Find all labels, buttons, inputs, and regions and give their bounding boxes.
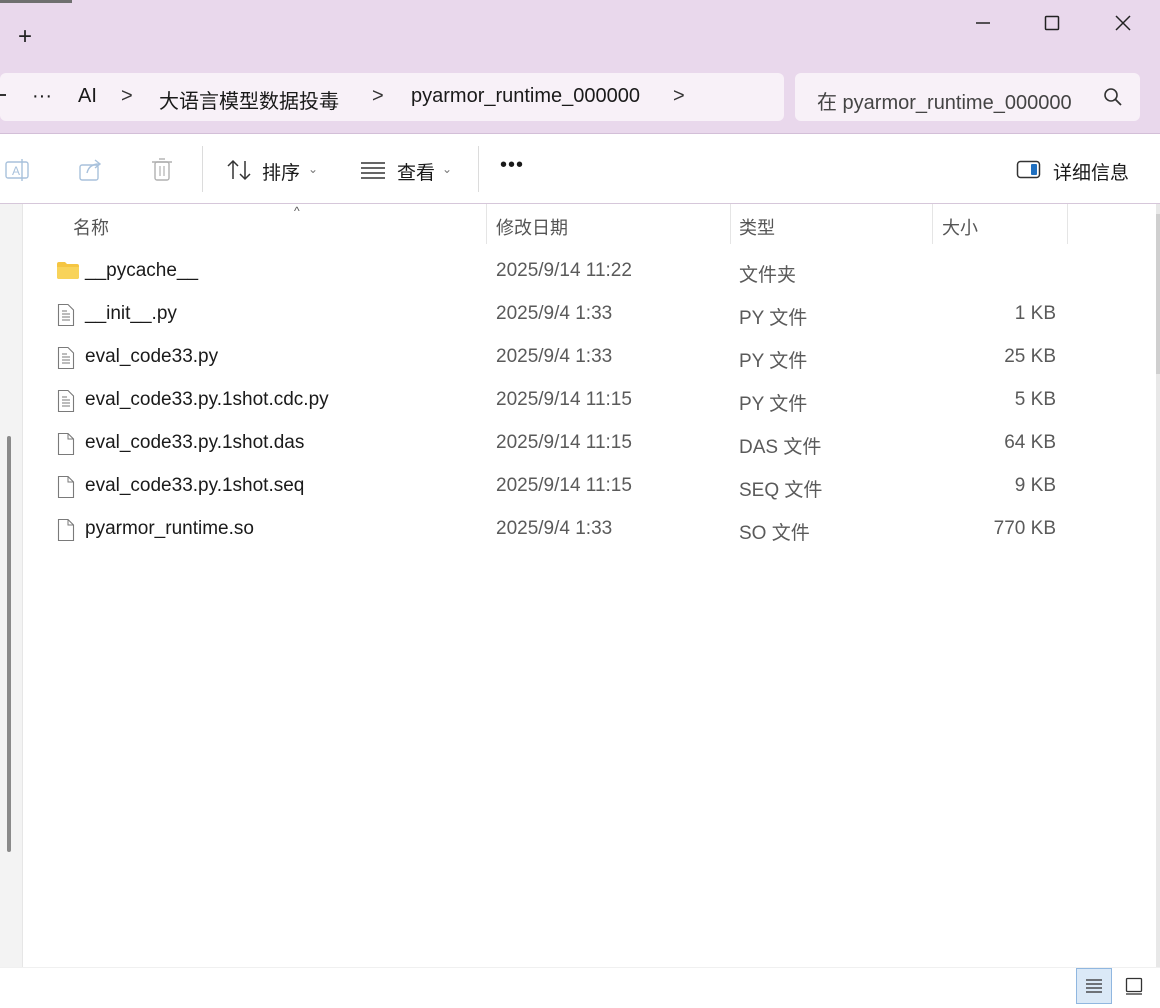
folder-icon <box>56 260 80 285</box>
tiles-view-icon <box>1125 977 1143 995</box>
column-modified[interactable]: 修改日期 <box>496 214 568 240</box>
active-tab-indicator <box>0 0 72 3</box>
blank-file-icon <box>56 432 76 461</box>
breadcrumb-item-current[interactable]: pyarmor_runtime_000000 <box>411 85 640 108</box>
file-row[interactable]: __init__.py 2025/9/4 1:33 PY 文件 1 KB <box>24 293 1160 336</box>
file-row[interactable]: pyarmor_runtime.so 2025/9/4 1:33 SO 文件 770 … <box>24 508 1160 551</box>
sort-ascending-icon: ^ <box>294 204 300 218</box>
column-divider[interactable] <box>1067 204 1068 244</box>
command-bar: A 排序 ⌄ 查看 ⌄ ••• 详细信息 <box>0 134 1160 204</box>
delete-icon[interactable] <box>148 156 176 189</box>
file-name[interactable]: eval_code33.py.1shot.seq <box>85 475 304 497</box>
file-name[interactable]: pyarmor_runtime.so <box>85 518 254 540</box>
file-name[interactable]: eval_code33.py <box>85 346 218 368</box>
file-modified: 2025/9/14 11:22 <box>496 260 632 281</box>
right-scrollbar-thumb[interactable] <box>1156 214 1160 374</box>
file-modified: 2025/9/14 11:15 <box>496 389 632 410</box>
file-size: 770 KB <box>993 518 1056 539</box>
sort-button[interactable]: 排序 <box>262 158 300 185</box>
maximize-button[interactable] <box>1029 8 1075 38</box>
python-file-icon <box>56 346 76 375</box>
file-size: 64 KB <box>1004 432 1056 453</box>
column-type[interactable]: 类型 <box>739 214 775 240</box>
file-modified: 2025/9/14 11:15 <box>496 475 632 496</box>
file-type: PY 文件 <box>739 394 808 415</box>
maximize-icon <box>1044 15 1060 31</box>
breadcrumb-chevron-icon[interactable]: > <box>673 85 685 108</box>
share-icon[interactable] <box>77 156 105 189</box>
chevron-down-icon[interactable]: ⌄ <box>308 162 318 176</box>
breadcrumb-chevron-icon[interactable]: > <box>121 85 133 108</box>
file-type: DAS 文件 <box>739 437 822 458</box>
file-name[interactable]: __pycache__ <box>85 260 198 282</box>
file-modified: 2025/9/4 1:33 <box>496 518 613 539</box>
details-button[interactable]: 详细信息 <box>1053 158 1129 185</box>
column-name[interactable]: 名称 <box>73 214 109 240</box>
navigation-pane[interactable] <box>0 204 23 967</box>
column-header: ^ 名称 修改日期 类型 大小 <box>24 204 1160 244</box>
file-modified: 2025/9/4 1:33 <box>496 346 613 367</box>
navigation-scrollbar[interactable] <box>7 436 11 852</box>
file-size: 1 KB <box>1014 303 1056 324</box>
file-row[interactable]: eval_code33.py 2025/9/4 1:33 PY 文件 25 KB <box>24 336 1160 379</box>
more-options-button[interactable]: ••• <box>500 154 524 177</box>
breadcrumb-item-ai[interactable]: AI <box>78 85 97 108</box>
column-size[interactable]: 大小 <box>942 214 978 240</box>
python-file-icon <box>56 389 76 418</box>
column-divider[interactable] <box>730 204 731 244</box>
command-separator <box>202 146 203 192</box>
blank-file-icon <box>56 518 76 547</box>
file-size: 9 KB <box>1014 475 1056 496</box>
title-bar: + <box>0 0 1160 60</box>
file-row[interactable]: eval_code33.py.1shot.das 2025/9/14 11:15 D… <box>24 422 1160 465</box>
file-row[interactable]: eval_code33.py.1shot.seq 2025/9/14 11:15 S… <box>24 465 1160 508</box>
close-button[interactable] <box>1100 8 1146 38</box>
file-type: PY 文件 <box>739 308 808 329</box>
minimize-button[interactable] <box>960 8 1006 38</box>
rename-icon[interactable]: A <box>4 156 32 189</box>
file-type: SO 文件 <box>739 523 810 544</box>
file-type: PY 文件 <box>739 351 808 372</box>
breadcrumb-item-folder[interactable]: 大语言模型数据投毒 <box>159 85 339 114</box>
new-tab-button[interactable]: + <box>12 24 38 50</box>
file-size: 5 KB <box>1014 389 1056 410</box>
breadcrumb-scroll-indicator <box>0 94 6 96</box>
column-divider[interactable] <box>486 204 487 244</box>
breadcrumb[interactable]: ··· AI > 大语言模型数据投毒 > pyarmor_runtime_000… <box>0 73 784 121</box>
file-name[interactable]: __init__.py <box>85 303 177 325</box>
search-input[interactable]: 在 pyarmor_runtime_000000 中搜索 <box>817 86 1077 115</box>
file-name[interactable]: eval_code33.py.1shot.cdc.py <box>85 389 329 411</box>
svg-text:A: A <box>12 164 20 178</box>
details-view-button[interactable] <box>1076 968 1112 1004</box>
python-file-icon <box>56 303 76 332</box>
view-button[interactable]: 查看 <box>397 158 435 185</box>
status-bar <box>0 967 1160 1008</box>
file-type: 文件夹 <box>739 265 797 286</box>
file-type: SEQ 文件 <box>739 480 823 501</box>
sort-icon[interactable] <box>226 158 252 187</box>
breadcrumb-more-button[interactable]: ··· <box>32 85 52 108</box>
minimize-icon <box>976 22 990 24</box>
blank-file-icon <box>56 475 76 504</box>
details-pane-icon[interactable] <box>1016 159 1042 186</box>
details-view-icon <box>1086 979 1102 993</box>
address-row: ··· AI > 大语言模型数据投毒 > pyarmor_runtime_000… <box>0 60 1160 134</box>
file-size: 25 KB <box>1004 346 1056 367</box>
file-name[interactable]: eval_code33.py.1shot.das <box>85 432 304 454</box>
file-row[interactable]: eval_code33.py.1shot.cdc.py 2025/9/14 11:… <box>24 379 1160 422</box>
view-icon[interactable] <box>360 160 386 185</box>
breadcrumb-chevron-icon[interactable]: > <box>372 85 384 108</box>
search-box[interactable]: 在 pyarmor_runtime_000000 中搜索 <box>795 73 1140 121</box>
file-modified: 2025/9/14 11:15 <box>496 432 632 453</box>
search-icon[interactable] <box>1103 87 1123 112</box>
command-separator <box>478 146 479 192</box>
file-row[interactable]: __pycache__ 2025/9/14 11:22 文件夹 <box>24 250 1160 293</box>
column-divider[interactable] <box>932 204 933 244</box>
tiles-view-button[interactable] <box>1116 968 1152 1004</box>
chevron-down-icon[interactable]: ⌄ <box>442 162 452 176</box>
close-icon <box>1115 15 1131 31</box>
file-modified: 2025/9/4 1:33 <box>496 303 613 324</box>
